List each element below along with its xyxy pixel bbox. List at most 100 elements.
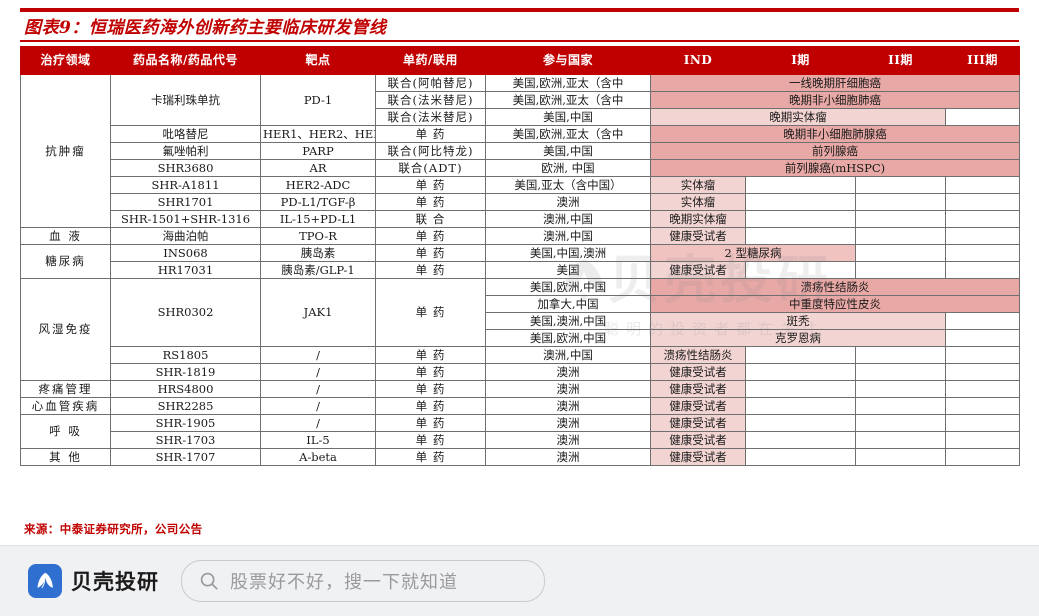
table-row: 血 液海曲泊帕 TPO-R 单 药澳洲,中国 健康受试者 xyxy=(20,227,1020,245)
country-cell: 澳洲 xyxy=(485,414,651,432)
drug-name-cell: HRS4800 xyxy=(110,380,261,398)
table-row: 疼痛管理 HRS4800/单 药澳洲 健康受试者 xyxy=(20,380,1020,398)
column-header-6: I期 xyxy=(745,46,856,75)
phase-empty-cell xyxy=(745,380,856,398)
phase-bar-cell: 健康受试者 xyxy=(650,261,746,279)
search-bar[interactable]: 股票好不好，搜一下就知道 xyxy=(181,560,545,602)
drug-name-cell: INS068 xyxy=(110,244,261,262)
phase-empty-cell xyxy=(855,397,946,415)
monotherapy-cell: 单 药 xyxy=(375,176,486,194)
therapy-area-cell: 疼痛管理 xyxy=(20,380,111,398)
drug-name-cell: SHR-1819 xyxy=(110,363,261,381)
target-cell: AR xyxy=(260,159,376,177)
phase-empty-cell xyxy=(945,244,1020,262)
bottom-bar: 贝壳投研 股票好不好，搜一下就知道 xyxy=(0,545,1039,616)
table-row: HR17031 胰岛素/GLP-1 单 药美国 健康受试者 xyxy=(21,261,1020,279)
phase-empty-cell xyxy=(745,227,856,245)
column-header-1: 药品名称/药品代号 xyxy=(110,46,261,75)
phase-bar-cell: 健康受试者 xyxy=(650,431,746,449)
brand-block[interactable]: 贝壳投研 xyxy=(28,564,159,598)
drug-name-cell: RS1805 xyxy=(110,346,261,364)
drug-name-cell: SHR-1501+SHR-1316 xyxy=(110,210,261,228)
monotherapy-cell: 联合(ADT) xyxy=(375,159,486,177)
phase-bar-cell: 健康受试者 xyxy=(650,397,746,415)
column-header-4: 参与国家 xyxy=(485,46,651,75)
phase-empty-cell xyxy=(945,108,1020,126)
phase-bar-cell: 斑秃 xyxy=(650,312,946,330)
phase-empty-cell xyxy=(855,176,946,194)
country-cell: 澳洲,中国 xyxy=(485,210,651,228)
phase-empty-cell xyxy=(745,414,856,432)
therapy-area-cell: 风湿免疫 xyxy=(20,278,111,381)
target-cell: / xyxy=(260,363,376,381)
table-row: 糖尿病 INS068 胰岛素单 药美国,中国,澳洲 2 型糖尿病 xyxy=(20,244,1020,279)
target-cell: TPO-R xyxy=(260,227,376,245)
drug-name-cell: SHR-1905 xyxy=(110,414,261,432)
target-cell: 胰岛素/GLP-1 xyxy=(260,261,376,279)
phase-empty-cell xyxy=(945,363,1020,381)
phase-empty-cell xyxy=(945,397,1020,415)
monotherapy-cell: 单 药 xyxy=(375,346,486,364)
monotherapy-cell: 联合(法米替尼) xyxy=(375,108,486,126)
phase-bar-cell: 健康受试者 xyxy=(650,380,746,398)
monotherapy-cell: 单 药 xyxy=(375,244,486,262)
phase-empty-cell xyxy=(945,193,1020,211)
column-header-5: IND xyxy=(650,46,746,75)
phase-bar-cell: 前列腺癌 xyxy=(650,142,1020,160)
country-cell: 美国,中国 xyxy=(485,142,651,160)
target-cell: IL-5 xyxy=(260,431,376,449)
table-row: 抗肿瘤 卡瑞利珠单抗 PD-1 联合(阿帕替尼) 美国,欧洲,亚太（含中 一线晚期肝细胞癌 xyxy=(20,74,1020,228)
phase-bar-cell: 健康受试者 xyxy=(650,363,746,381)
drug-name-cell: SHR-1707 xyxy=(110,448,261,466)
country-cell: 美国 xyxy=(485,261,651,279)
target-cell: / xyxy=(260,380,376,398)
country-cell: 欧洲, 中国 xyxy=(485,159,651,177)
monotherapy-cell: 单 药 xyxy=(375,431,486,449)
monotherapy-cell: 单 药 xyxy=(375,397,486,415)
country-cell: 美国,亚太（含中国） xyxy=(485,176,651,194)
therapy-area-cell: 其 他 xyxy=(20,448,111,466)
brand-logo xyxy=(28,564,62,598)
column-header-7: II期 xyxy=(855,46,946,75)
country-cell: 美国,中国,澳洲 xyxy=(485,244,651,262)
phase-bar-cell: 健康受试者 xyxy=(650,448,746,466)
phase-empty-cell xyxy=(945,414,1020,432)
target-cell: A-beta xyxy=(260,448,376,466)
phase-bar-cell: 2 型糖尿病 xyxy=(650,244,856,262)
target-cell: PD-L1/TGF-β xyxy=(260,193,376,211)
search-icon xyxy=(200,572,218,590)
phase-bar-cell: 一线晚期肝细胞癌 xyxy=(650,74,1020,92)
phase-empty-cell xyxy=(745,448,856,466)
phase-empty-cell xyxy=(855,261,946,279)
table-row: SHR1701 PD-L1/TGF-β 单 药澳洲 实体瘤 xyxy=(21,193,1020,211)
monotherapy-cell: 单 药 xyxy=(375,193,486,211)
country-cell: 澳洲 xyxy=(485,397,651,415)
phase-empty-cell xyxy=(745,193,856,211)
drug-name-cell: SHR3680 xyxy=(110,159,261,177)
table-header: 治疗领域 药品名称/药品代号 靶点 单药/联用 参与国家 IND I期 II期 III期 xyxy=(20,46,1020,75)
phase-bar-cell: 溃疡性结肠炎 xyxy=(650,346,746,364)
table-row: RS1805/单 药澳洲,中国 溃疡性结肠炎 xyxy=(21,346,1020,364)
country-cell: 澳洲 xyxy=(485,193,651,211)
phase-empty-cell xyxy=(745,176,856,194)
table-row: 其 他 SHR-1707 A-beta 单 药澳洲 健康受试者 xyxy=(20,448,1020,466)
country-cell: 澳洲 xyxy=(485,380,651,398)
monotherapy-cell: 单 药 xyxy=(375,448,486,466)
phase-bar-cell: 晚期实体瘤 xyxy=(650,210,746,228)
phase-empty-cell xyxy=(745,397,856,415)
page-title: 图表9：恒瑞医药海外创新药主要临床研发管线 xyxy=(24,17,387,38)
phase-empty-cell xyxy=(855,380,946,398)
table-row: 氟唑帕利 PARP 联合(阿比特龙) 美国,中国 前列腺癌 xyxy=(21,142,1020,160)
phase-empty-cell xyxy=(945,346,1020,364)
phase-empty-cell xyxy=(855,210,946,228)
phase-bar-cell: 实体瘤 xyxy=(650,176,746,194)
drug-name-cell: 卡瑞利珠单抗 xyxy=(110,74,261,126)
country-cell: 美国,欧洲,中国 xyxy=(485,278,651,296)
search-placeholder: 股票好不好，搜一下就知道 xyxy=(230,572,458,592)
table-row: SHR-1501+SHR-1316 IL-15+PD-L1 联 合澳洲,中国 晚期实体… xyxy=(21,210,1020,228)
monotherapy-cell: 单 药 xyxy=(375,414,486,432)
phase-bar-cell: 晚期实体瘤 xyxy=(650,108,946,126)
therapy-area-cell: 血 液 xyxy=(20,227,111,245)
phase-bar-cell: 晚期非小细胞肺癌 xyxy=(650,91,1020,109)
phase-empty-cell xyxy=(745,210,856,228)
